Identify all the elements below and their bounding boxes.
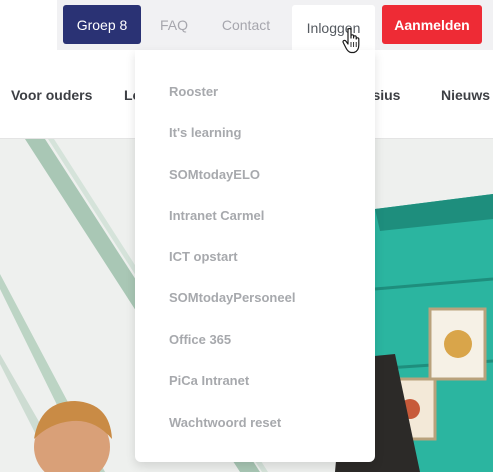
hand-pointer-icon (342, 28, 360, 54)
dropdown-item-rooster[interactable]: Rooster (169, 84, 218, 99)
groep-8-button[interactable]: Groep 8 (63, 5, 141, 44)
inloggen-button[interactable]: Inloggen (292, 5, 375, 50)
contact-link[interactable]: Contact (210, 5, 282, 44)
nav-item-voor-ouders[interactable]: Voor ouders (11, 87, 92, 103)
dropdown-item-wachtwoord-reset[interactable]: Wachtwoord reset (169, 415, 281, 430)
dropdown-item-pica-intranet[interactable]: PiCa Intranet (169, 373, 249, 388)
dropdown-item-somtodayelo[interactable]: SOMtodayELO (169, 167, 260, 182)
nav-item-nieuws[interactable]: Nieuws (441, 87, 490, 103)
aanmelden-button[interactable]: Aanmelden (382, 5, 482, 44)
dropdown-item-its-learning[interactable]: It's learning (169, 125, 241, 140)
faq-link[interactable]: FAQ (148, 5, 200, 44)
dropdown-item-office-365[interactable]: Office 365 (169, 332, 231, 347)
inloggen-dropdown-menu: Rooster It's learning SOMtodayELO Intran… (135, 50, 375, 462)
dropdown-item-somtodaypersoneel[interactable]: SOMtodayPersoneel (169, 290, 295, 305)
dropdown-item-intranet-carmel[interactable]: Intranet Carmel (169, 208, 264, 223)
dropdown-item-ict-opstart[interactable]: ICT opstart (169, 249, 238, 264)
